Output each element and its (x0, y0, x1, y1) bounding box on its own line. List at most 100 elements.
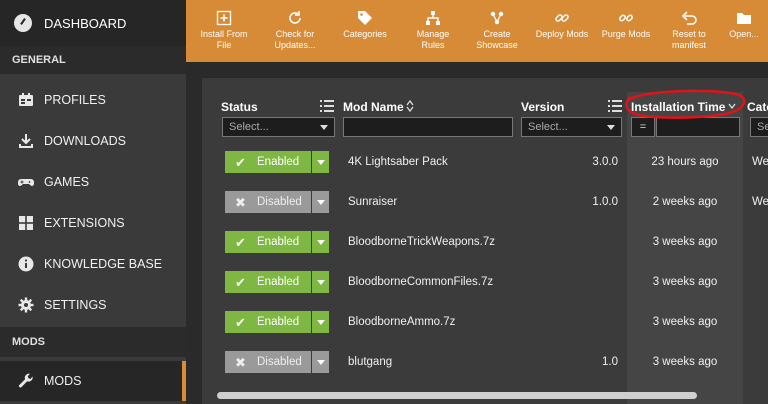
open-button[interactable]: Open... (720, 0, 768, 62)
add-file-icon (216, 10, 232, 26)
info-icon (18, 256, 34, 272)
hierarchy-icon (426, 11, 440, 25)
check-icon: ✔ (235, 274, 246, 290)
install-time-cell: 3 weeks ago (652, 236, 718, 248)
status-toggle[interactable]: ✔ Enabled (225, 151, 329, 173)
toolbar-label: Install From File (200, 29, 248, 51)
status-label: Enabled (257, 276, 300, 288)
sidebar-item-label: KNOWLEDGE BASE (44, 256, 163, 271)
status-dropdown-button[interactable] (312, 271, 329, 293)
mod-name-cell: BloodborneAmmo.7z (348, 316, 456, 328)
section-header-mods: MODS (0, 327, 186, 357)
toolbar: Install From File Check for Updates... C… (186, 0, 768, 62)
create-showcase-button[interactable]: Create Showcase (464, 0, 530, 62)
sort-both-icon[interactable] (406, 100, 414, 112)
status-button[interactable]: ✔ Enabled (225, 271, 311, 293)
column-header-mod-name[interactable]: Mod Name (343, 100, 404, 114)
column-menu-icon[interactable] (608, 100, 622, 112)
install-from-file-button[interactable]: Install From File (186, 0, 262, 62)
x-icon: ✖ (235, 194, 246, 210)
install-time-cell: 2 weeks ago (652, 196, 718, 208)
status-dropdown-button[interactable] (312, 191, 329, 213)
status-filter-select[interactable]: Select... (222, 117, 335, 137)
sidebar-item-downloads[interactable]: DOWNLOADS (0, 120, 186, 161)
undo-icon (681, 11, 697, 25)
install-time-cell: 23 hours ago (651, 156, 719, 168)
sidebar-item-extensions[interactable]: EXTENSIONS (0, 202, 186, 243)
status-dropdown-button[interactable] (312, 231, 329, 253)
check-for-updates-button[interactable]: Check for Updates... (262, 0, 328, 62)
status-toggle[interactable]: ✔ Enabled (225, 231, 329, 253)
status-label: Disabled (257, 196, 302, 208)
sidebar-item-knowledge-base[interactable]: KNOWLEDGE BASE (0, 243, 186, 284)
column-header-status[interactable]: Status (221, 100, 258, 114)
status-button[interactable]: ✔ Enabled (225, 311, 311, 333)
status-toggle[interactable]: ✔ Enabled (225, 311, 329, 333)
status-dropdown-button[interactable] (312, 311, 329, 333)
status-toggle[interactable]: ✔ Enabled (225, 271, 329, 293)
download-icon (18, 133, 34, 149)
sidebar-item-games[interactable]: GAMES (0, 161, 186, 202)
column-menu-icon[interactable] (320, 100, 334, 112)
reset-to-manifest-button[interactable]: Reset to manifest (658, 0, 720, 62)
sidebar-item-mods[interactable]: MODS (0, 361, 186, 401)
sidebar-item-label: DOWNLOADS (44, 133, 126, 148)
version-filter-select[interactable]: Select... (521, 117, 622, 137)
mod-name-cell: 4K Lightsaber Pack (348, 156, 448, 168)
status-toggle[interactable]: ✖ Disabled (225, 351, 329, 373)
folder-icon (737, 13, 751, 24)
status-dropdown-button[interactable] (312, 351, 329, 373)
install-time-cell: 3 weeks ago (652, 356, 718, 368)
category-cell: We (752, 156, 768, 168)
status-label: Enabled (257, 236, 300, 248)
status-toggle[interactable]: ✖ Disabled (225, 191, 329, 213)
install-time-cell: 3 weeks ago (652, 316, 718, 328)
mod-name-cell: BloodborneTrickWeapons.7z (348, 236, 496, 248)
purge-mods-button[interactable]: Purge Mods (594, 0, 658, 62)
status-label: Enabled (257, 316, 300, 328)
deploy-mods-button[interactable]: Deploy Mods (530, 0, 594, 62)
link-icon (555, 14, 569, 22)
status-button[interactable]: ✔ Enabled (225, 151, 311, 173)
wrench-icon (18, 373, 34, 389)
red-annotation-circle (625, 89, 746, 119)
version-cell: 3.0.0 (592, 156, 618, 168)
toolbar-label: Categories (343, 29, 387, 39)
mod-name-cell: blutgang (348, 356, 393, 368)
column-header-category[interactable]: Cate (747, 100, 768, 114)
status-button[interactable]: ✖ Disabled (225, 351, 311, 373)
mod-name-filter-input[interactable] (343, 117, 513, 137)
check-icon: ✔ (235, 234, 246, 250)
categories-button[interactable]: Categories (328, 0, 402, 62)
section-header-general: GENERAL (0, 46, 186, 74)
profiles-icon (18, 92, 34, 108)
mod-name-cell: BloodborneCommonFiles.7z (348, 276, 494, 288)
sidebar-item-profiles[interactable]: PROFILES (0, 79, 186, 120)
gear-icon (18, 297, 34, 313)
refresh-icon (289, 11, 301, 24)
horizontal-scrollbar[interactable] (217, 392, 697, 399)
toolbar-label: Open... (729, 29, 759, 39)
sidebar-item-label: PROFILES (44, 92, 106, 107)
sidebar-item-settings[interactable]: SETTINGS (0, 284, 186, 325)
version-cell: 1.0 (602, 356, 618, 368)
manage-rules-button[interactable]: Manage Rules (402, 0, 464, 62)
toolbar-label: Deploy Mods (535, 29, 589, 39)
category-cell: We (752, 196, 768, 208)
toolbar-label: Check for Updates... (274, 29, 316, 51)
install-time-cell: 3 weeks ago (652, 276, 718, 288)
version-cell: 1.0.0 (592, 196, 618, 208)
status-button[interactable]: ✔ Enabled (225, 231, 311, 253)
toolbar-label: Purge Mods (601, 29, 651, 39)
sidebar-item-dashboard[interactable]: DASHBOARD (0, 0, 186, 46)
category-filter-select[interactable]: Se (750, 117, 768, 137)
gamepad-icon (18, 174, 34, 190)
unlink-icon (619, 14, 633, 22)
status-button[interactable]: ✖ Disabled (225, 191, 311, 213)
sidebar-item-label: SETTINGS (44, 297, 107, 312)
status-dropdown-button[interactable] (312, 151, 329, 173)
column-header-version[interactable]: Version (521, 100, 564, 114)
sidebar-item-label: EXTENSIONS (44, 215, 125, 230)
extensions-icon (18, 215, 34, 231)
check-icon: ✔ (235, 154, 246, 170)
